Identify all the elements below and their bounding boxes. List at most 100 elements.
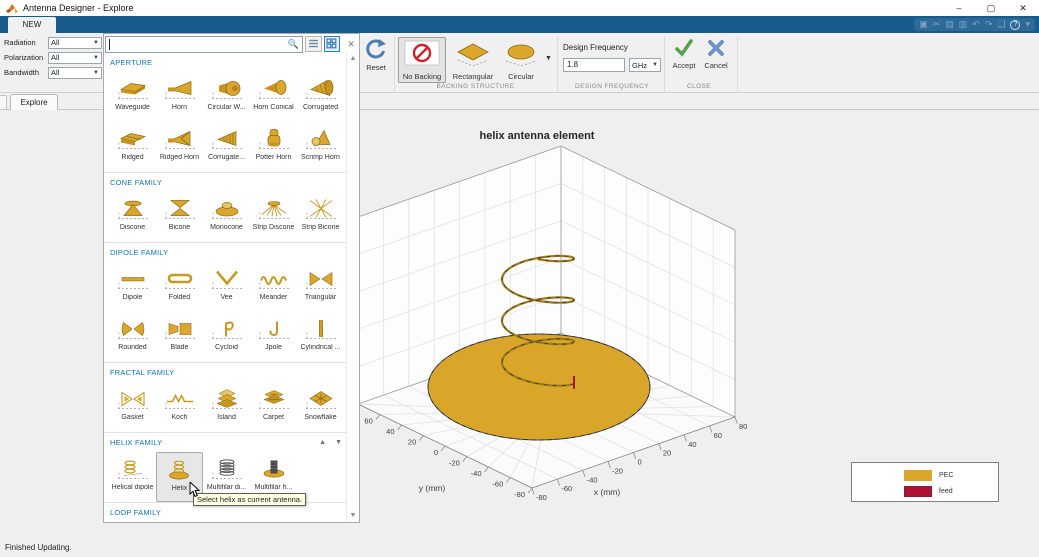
antenna-item-label: Carpet <box>250 414 297 421</box>
helical-dipole-icon <box>114 455 152 482</box>
antenna-item-carpet[interactable]: Carpet <box>250 382 297 432</box>
antenna-item-island[interactable]: Island <box>203 382 250 432</box>
antenna-item-label: Strip Bicone <box>297 224 344 231</box>
island-icon <box>208 385 246 412</box>
scroll-up-icon[interactable]: ▲ <box>347 53 359 65</box>
layout-icon[interactable]: ❏ <box>997 18 1005 31</box>
gallery-item-grid: WaveguideHornCircular W...Horn ConicalCo… <box>104 72 348 172</box>
chevron-down-icon: ▼ <box>93 40 99 46</box>
gallery-section-header: DIPOLE FAMILY <box>104 243 348 262</box>
antenna-item-horn-conical[interactable]: Horn Conical <box>250 72 297 122</box>
polarization-filter-dropdown[interactable]: All▼ <box>48 52 102 64</box>
tab-explore[interactable]: Explore <box>10 94 58 110</box>
antenna-item-triangular[interactable]: Triangular <box>297 262 344 312</box>
maximize-button[interactable]: ▢ <box>975 0 1007 16</box>
radiation-filter-dropdown[interactable]: All▼ <box>48 37 102 49</box>
antenna-item-label: Jpole <box>250 344 297 351</box>
panel-collapse-handle[interactable] <box>0 95 7 110</box>
antenna-item-label: Circular W... <box>203 104 250 111</box>
help-icon[interactable]: ? <box>1010 20 1020 30</box>
horn-icon <box>161 75 199 102</box>
antenna-item-cycloid[interactable]: Cycloid <box>203 312 250 362</box>
antenna-item-koch[interactable]: Koch <box>156 382 203 432</box>
strip-bicone-icon <box>302 195 340 222</box>
accept-button[interactable]: Accept <box>666 38 702 70</box>
no-backing-button[interactable]: No Backing <box>398 37 446 83</box>
antenna-item-strip-discone[interactable]: Strip Discone <box>250 192 297 242</box>
backing-gallery-expand-button[interactable]: ▼ <box>545 55 552 62</box>
antenna-item-dipole[interactable]: Dipole <box>109 262 156 312</box>
antenna-item-waveguide[interactable]: Waveguide <box>109 72 156 122</box>
bandwidth-filter-dropdown[interactable]: All▼ <box>48 67 102 79</box>
antenna-item-label: Folded <box>156 294 203 301</box>
circular-backing-button[interactable]: Circular <box>500 37 542 83</box>
carpet-icon <box>255 385 293 412</box>
gallery-scrollbar[interactable]: ▲ ▼ <box>346 53 358 522</box>
antenna-item-corrugate[interactable]: Corrugate... <box>203 122 250 172</box>
gallery-body: APERTUREWaveguideHornCircular W...Horn C… <box>104 53 348 522</box>
section-scroll-up-icon[interactable]: ▲ <box>319 439 326 446</box>
list-view-button[interactable] <box>305 36 322 52</box>
discone-icon <box>114 195 152 222</box>
grid-view-button[interactable] <box>324 36 341 52</box>
gallery-close-button[interactable]: ✕ <box>343 36 359 52</box>
blade-dipole-icon <box>161 315 199 342</box>
antenna-item-ridged[interactable]: Ridged <box>109 122 156 172</box>
polarization-filter-label: Polarization <box>4 53 48 62</box>
antenna-item-folded[interactable]: Folded <box>156 262 203 312</box>
cancel-button[interactable]: Cancel <box>700 38 732 70</box>
reset-icon <box>365 38 387 60</box>
antenna-item-blade[interactable]: Blade <box>156 312 203 362</box>
koch-icon <box>161 385 199 412</box>
antenna-item-label: Ridged <box>109 154 156 161</box>
vee-dipole-icon <box>208 265 246 292</box>
antenna-item-horn[interactable]: Horn <box>156 72 203 122</box>
antenna-item-circular-w[interactable]: Circular W... <box>203 72 250 122</box>
search-input[interactable]: 🔍 <box>105 36 303 53</box>
antenna-item-discone[interactable]: Discone <box>109 192 156 242</box>
strip-discone-icon <box>255 195 293 222</box>
monocone-icon <box>208 195 246 222</box>
antenna-item-potter-horn[interactable]: Potter Horn <box>250 122 297 172</box>
jpole-icon <box>255 315 293 342</box>
antenna-item-helical-dipole[interactable]: Helical dipole <box>109 452 156 502</box>
redo-icon[interactable]: ↷ <box>985 18 993 31</box>
antenna-item-corrugated[interactable]: Corrugated <box>297 72 344 122</box>
antenna-item-jpole[interactable]: Jpole <box>250 312 297 362</box>
frequency-unit-dropdown[interactable]: GHz▼ <box>629 58 661 72</box>
undo-icon[interactable]: ↶ <box>972 18 980 31</box>
antenna-item-strip-bicone[interactable]: Strip Bicone <box>297 192 344 242</box>
scroll-down-icon[interactable]: ▼ <box>347 510 359 522</box>
save-icon[interactable]: ▣ <box>919 18 928 31</box>
antenna-item-monocone[interactable]: Monocone <box>203 192 250 242</box>
cut-icon[interactable]: ✂ <box>933 18 941 31</box>
antenna-item-gasket[interactable]: Gasket <box>109 382 156 432</box>
antenna-item-bicone[interactable]: Bicone <box>156 192 203 242</box>
rectangular-backing-button[interactable]: Rectangular <box>447 37 499 83</box>
tick-label: 20 <box>663 449 671 458</box>
design-frequency-input[interactable]: 1.8 <box>563 58 625 72</box>
multifilar-dipole-icon <box>208 455 246 482</box>
paste-icon[interactable]: ▥ <box>959 18 968 31</box>
antenna-item-cylindrical[interactable]: Cylindrical ... <box>297 312 344 362</box>
antenna-item-rounded[interactable]: Rounded <box>109 312 156 362</box>
antenna-item-scrimp-horn[interactable]: Scrimp Horn <box>297 122 344 172</box>
antenna-item-ridged-horn[interactable]: Ridged Horn <box>156 122 203 172</box>
copy-icon[interactable]: ▤ <box>945 18 954 31</box>
gallery-section-title: LOOP FAMILY <box>110 508 161 517</box>
dipole-icon <box>114 265 152 292</box>
tab-new[interactable]: NEW <box>8 17 56 33</box>
section-scroll-down-icon[interactable]: ▼ <box>335 439 342 446</box>
antenna-item-label: Multifilar di... <box>203 484 250 491</box>
rounded-bowtie-icon <box>114 315 152 342</box>
tick-label: -20 <box>449 459 460 468</box>
triangular-bowtie-icon <box>302 265 340 292</box>
reset-button[interactable]: Reset <box>361 38 391 72</box>
close-button[interactable]: ✕ <box>1007 0 1039 16</box>
antenna-item-meander[interactable]: Meander <box>250 262 297 312</box>
antenna-item-snowflake[interactable]: Snowflake <box>297 382 344 432</box>
antenna-item-vee[interactable]: Vee <box>203 262 250 312</box>
minimize-button[interactable]: – <box>943 0 975 16</box>
toolstrip-menu-icon[interactable]: ▾ <box>1025 18 1030 31</box>
antenna-item-label: Waveguide <box>109 104 156 111</box>
